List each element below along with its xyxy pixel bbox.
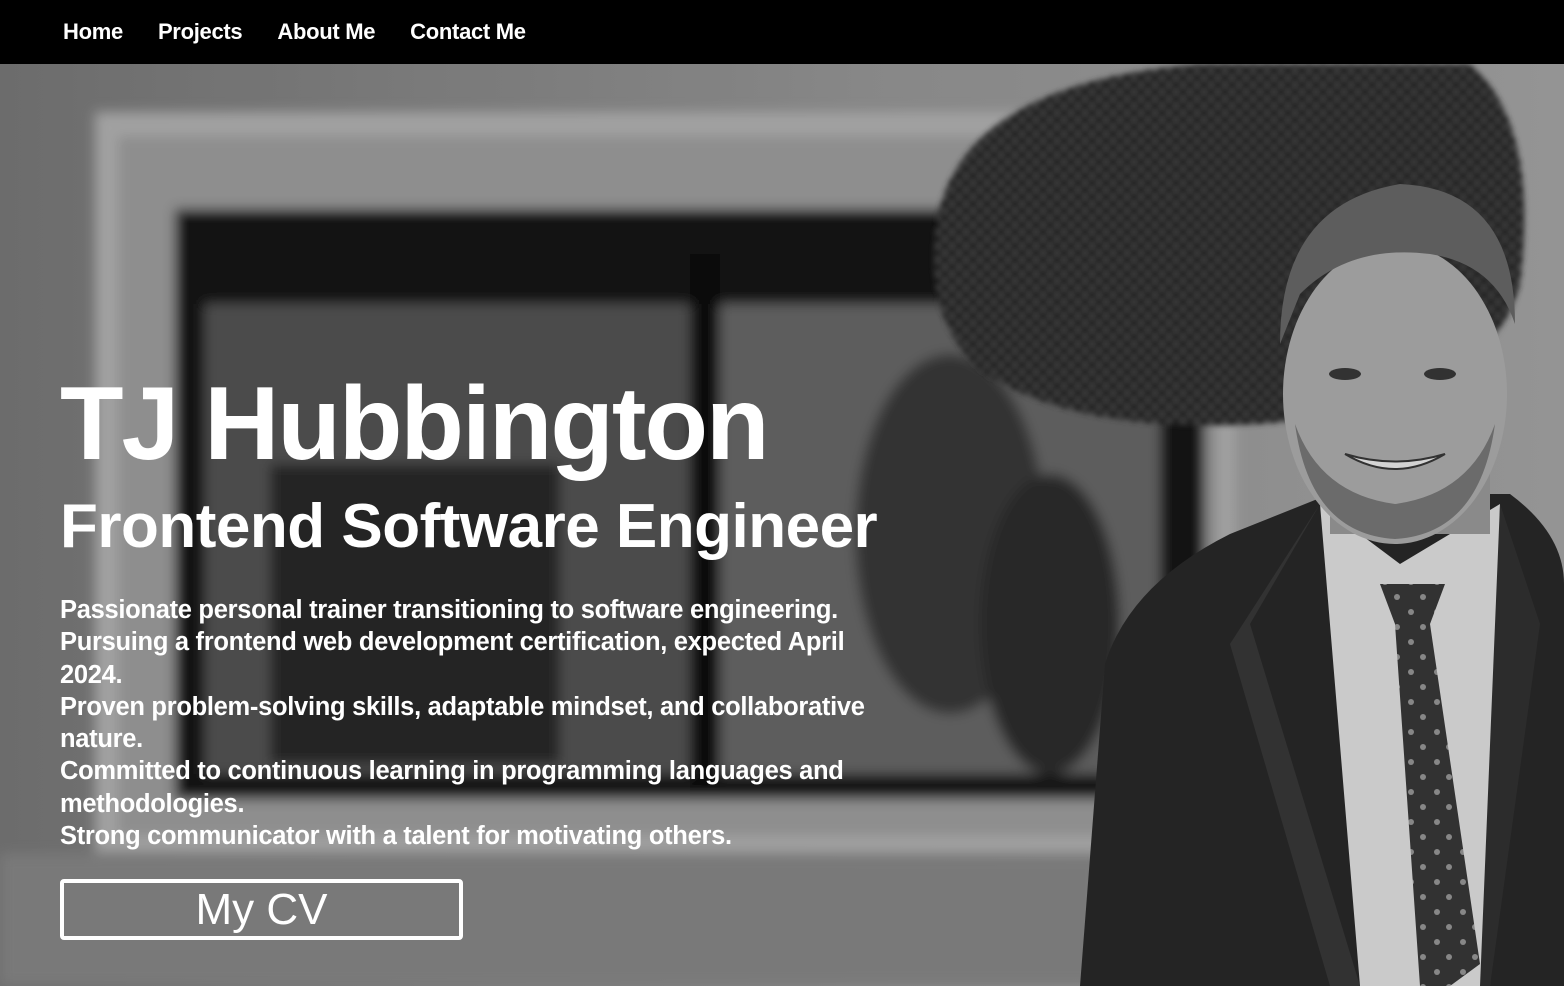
hero-name: TJ Hubbington <box>60 366 770 482</box>
bio-line: Proven problem-solving skills, adaptable… <box>60 692 865 754</box>
hero-role: Frontend Software Engineer <box>60 492 878 561</box>
top-navigation: Home Projects About Me Contact Me <box>0 0 1564 64</box>
bio-line: Pursuing a frontend web development cert… <box>60 628 845 689</box>
hero-section: TJ Hubbington Frontend Software Engineer… <box>0 64 1564 986</box>
bio-line: Passionate personal trainer transitionin… <box>60 596 838 624</box>
bio-line: Strong communicator with a talent for mo… <box>60 822 732 851</box>
nav-link-about-me[interactable]: About Me <box>277 19 375 45</box>
bio-line: Committed to continuous learning in prog… <box>60 757 844 818</box>
nav-link-home[interactable]: Home <box>63 19 123 45</box>
nav-link-contact-me[interactable]: Contact Me <box>410 19 526 45</box>
hero-bio: Passionate personal trainer transitionin… <box>60 594 910 852</box>
my-cv-button[interactable]: My CV <box>60 879 463 940</box>
nav-link-projects[interactable]: Projects <box>158 19 243 45</box>
